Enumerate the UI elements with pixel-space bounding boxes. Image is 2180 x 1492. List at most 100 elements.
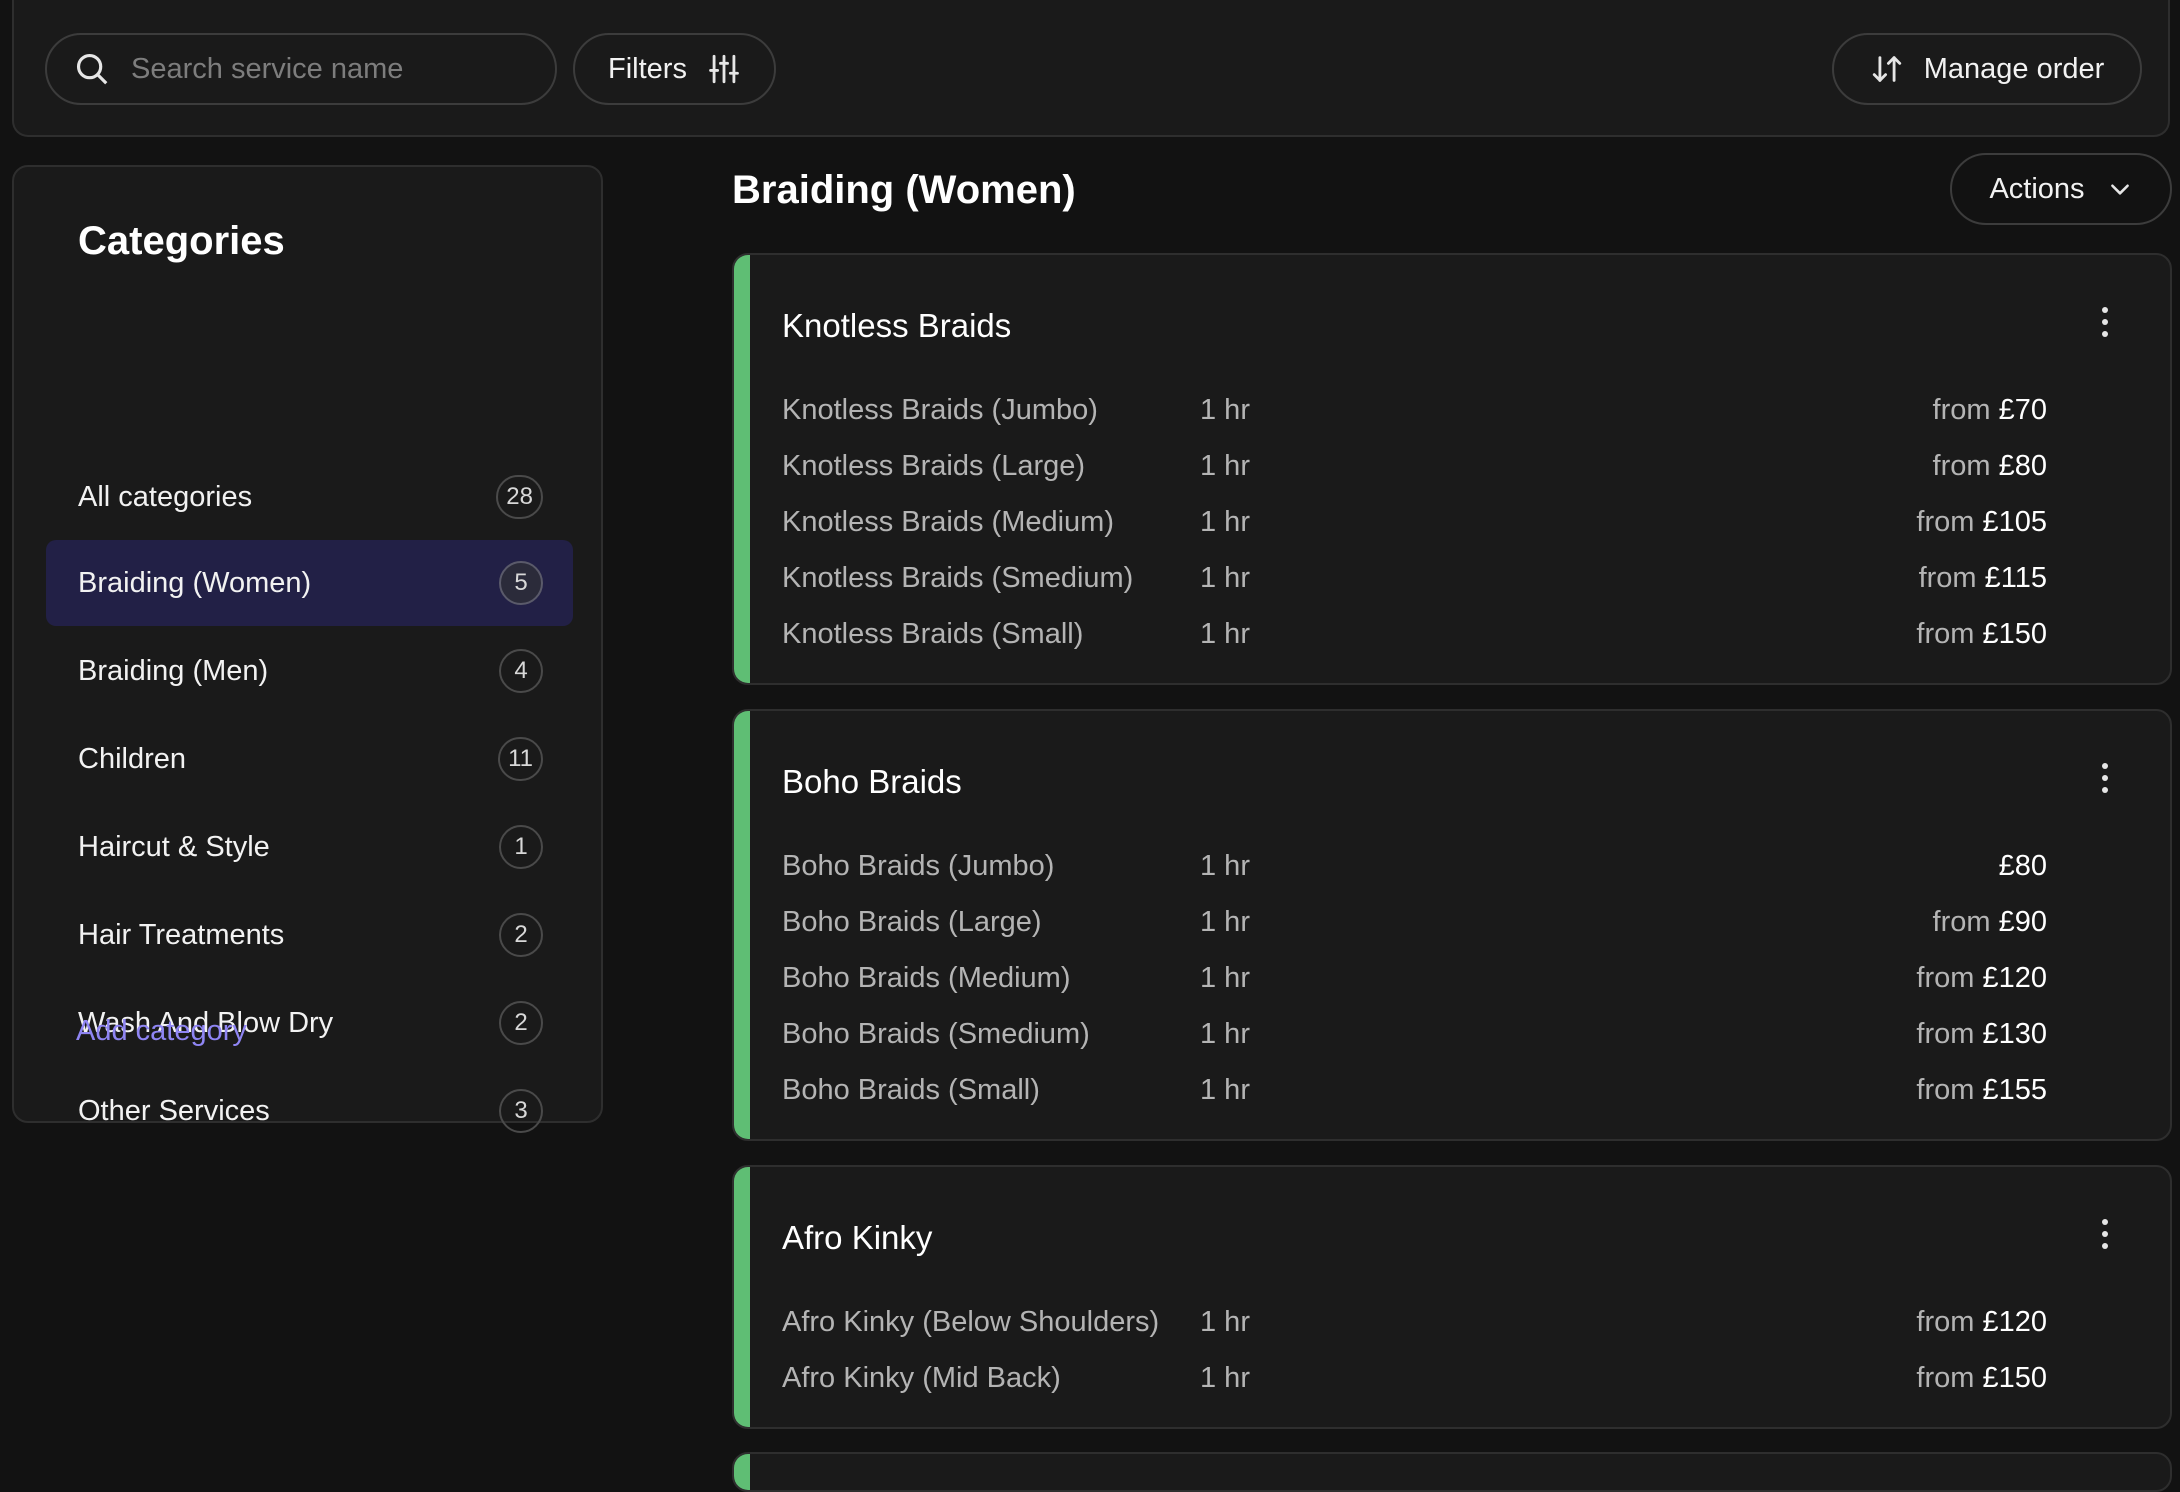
variant-price: from £150 xyxy=(1400,1362,2047,1395)
category-label: Haircut & Style xyxy=(78,830,270,863)
variant-row[interactable]: Boho Braids (Jumbo) 1 hr £80 xyxy=(782,841,2047,891)
chevron-down-icon xyxy=(2110,184,2129,195)
category-label: Children xyxy=(78,742,186,775)
search-box[interactable] xyxy=(45,33,557,105)
variant-row[interactable]: Afro Kinky (Mid Back) 1 hr from £150 xyxy=(782,1353,2047,1403)
variant-row[interactable]: Boho Braids (Smedium) 1 hr from £130 xyxy=(782,1009,2047,1059)
category-braiding-women[interactable]: Braiding (Women) 5 xyxy=(46,540,573,626)
price-value: £120 xyxy=(1982,1305,2047,1338)
variant-row[interactable]: Boho Braids (Small) 1 hr from £155 xyxy=(782,1065,2047,1115)
sliders-icon xyxy=(709,54,739,84)
manage-order-button[interactable]: Manage order xyxy=(1832,33,2142,105)
variant-price: from £155 xyxy=(1400,1074,2047,1107)
variant-row[interactable]: Knotless Braids (Large) 1 hr from £80 xyxy=(782,441,2047,491)
category-count-badge: 3 xyxy=(499,1089,543,1133)
price-prefix: from xyxy=(1932,905,1991,938)
variant-duration: 1 hr xyxy=(1200,617,1250,650)
variant-price: from £70 xyxy=(1400,394,2047,427)
variant-price: from £80 xyxy=(1400,450,2047,483)
price-value: £155 xyxy=(1982,1073,2047,1106)
variant-row[interactable]: Afro Kinky (Below Shoulders) 1 hr from £… xyxy=(782,1297,2047,1347)
price-value: £90 xyxy=(1998,905,2047,938)
card-accent-bar xyxy=(734,1167,750,1427)
variant-row[interactable]: Boho Braids (Large) 1 hr from £90 xyxy=(782,897,2047,947)
search-icon xyxy=(76,53,108,85)
category-count-badge: 28 xyxy=(496,475,543,519)
category-count-badge: 4 xyxy=(499,649,543,693)
categories-panel: Categories All categories 28 Braiding (W… xyxy=(12,165,603,1133)
category-count-badge: 5 xyxy=(499,561,543,605)
variant-row[interactable]: Knotless Braids (Small) 1 hr from £150 xyxy=(782,609,2047,659)
variant-name: Boho Braids (Jumbo) xyxy=(782,849,1055,882)
category-other-services[interactable]: Other Services 3 xyxy=(46,1068,573,1154)
service-card-next xyxy=(732,1452,2172,1492)
variant-price: from £115 xyxy=(1400,562,2047,595)
category-haircut-style[interactable]: Haircut & Style 1 xyxy=(46,804,573,890)
price-prefix: from xyxy=(1918,561,1977,594)
category-braiding-men[interactable]: Braiding (Men) 4 xyxy=(46,628,573,714)
price-value: £80 xyxy=(1998,849,2047,882)
variant-duration: 1 hr xyxy=(1200,561,1250,594)
variant-price: from £120 xyxy=(1400,1306,2047,1339)
category-all[interactable]: All categories 28 xyxy=(46,454,573,540)
variant-name: Afro Kinky (Below Shoulders) xyxy=(782,1305,1160,1338)
price-value: £70 xyxy=(1998,393,2047,426)
more-options-icon[interactable] xyxy=(2090,297,2120,347)
variant-price: from £90 xyxy=(1400,906,2047,939)
variant-price: from £130 xyxy=(1400,1018,2047,1051)
variant-duration: 1 hr xyxy=(1200,961,1250,994)
price-value: £150 xyxy=(1982,617,2047,650)
more-options-icon[interactable] xyxy=(2090,753,2120,803)
variant-name: Knotless Braids (Medium) xyxy=(782,505,1114,538)
service-title: Afro Kinky xyxy=(782,1219,933,1256)
variant-name: Boho Braids (Small) xyxy=(782,1073,1040,1106)
variant-price: from £105 xyxy=(1400,506,2047,539)
search-input[interactable] xyxy=(131,52,511,86)
service-card-boho-braids[interactable]: Boho Braids Boho Braids (Jumbo) 1 hr £80… xyxy=(732,709,2172,1141)
add-category-link[interactable]: Add category xyxy=(76,1015,247,1048)
category-children[interactable]: Children 11 xyxy=(46,716,573,802)
filters-button[interactable]: Filters xyxy=(573,33,776,105)
variant-duration: 1 hr xyxy=(1200,1017,1250,1050)
variant-duration: 1 hr xyxy=(1200,1305,1250,1338)
service-card-knotless-braids[interactable]: Knotless Braids Knotless Braids (Jumbo) … xyxy=(732,253,2172,685)
price-value: £115 xyxy=(1984,561,2047,594)
variant-name: Boho Braids (Medium) xyxy=(782,961,1071,994)
card-accent-bar xyxy=(734,711,750,1139)
price-prefix: from xyxy=(1916,1361,1975,1394)
category-count-badge: 2 xyxy=(499,1001,543,1045)
variant-name: Boho Braids (Large) xyxy=(782,905,1042,938)
actions-dropdown-button[interactable]: Actions xyxy=(1950,153,2172,225)
price-prefix: from xyxy=(1916,961,1975,994)
categories-title: Categories xyxy=(78,219,285,263)
actions-label: Actions xyxy=(1989,172,2085,205)
variant-duration: 1 hr xyxy=(1200,905,1250,938)
variant-price: £80 xyxy=(1400,850,2047,883)
card-accent-bar xyxy=(734,1454,750,1490)
variant-name: Knotless Braids (Small) xyxy=(782,617,1084,650)
category-count-badge: 1 xyxy=(499,825,543,869)
price-value: £80 xyxy=(1998,449,2047,482)
category-label: All categories xyxy=(78,480,253,513)
more-options-icon[interactable] xyxy=(2090,1209,2120,1259)
variant-name: Afro Kinky (Mid Back) xyxy=(782,1361,1061,1394)
category-count-badge: 11 xyxy=(498,737,543,781)
section-title: Braiding (Women) xyxy=(732,168,1076,212)
variant-row[interactable]: Knotless Braids (Jumbo) 1 hr from £70 xyxy=(782,385,2047,435)
category-hair-treatments[interactable]: Hair Treatments 2 xyxy=(46,892,573,978)
variant-row[interactable]: Boho Braids (Medium) 1 hr from £120 xyxy=(782,953,2047,1003)
service-card-afro-kinky[interactable]: Afro Kinky Afro Kinky (Below Shoulders) … xyxy=(732,1165,2172,1429)
variant-row[interactable]: Knotless Braids (Medium) 1 hr from £105 xyxy=(782,497,2047,547)
variant-duration: 1 hr xyxy=(1200,1073,1250,1106)
category-label: Hair Treatments xyxy=(78,918,285,951)
service-title: Knotless Braids xyxy=(782,307,1012,344)
variant-duration: 1 hr xyxy=(1200,1361,1250,1394)
price-value: £120 xyxy=(1982,961,2047,994)
toolbar: Filters Manage order xyxy=(12,0,2170,137)
variant-duration: 1 hr xyxy=(1200,449,1250,482)
price-prefix: from xyxy=(1916,505,1975,538)
variant-duration: 1 hr xyxy=(1200,393,1250,426)
variant-duration: 1 hr xyxy=(1200,849,1250,882)
variant-row[interactable]: Knotless Braids (Smedium) 1 hr from £115 xyxy=(782,553,2047,603)
variant-name: Boho Braids (Smedium) xyxy=(782,1017,1090,1050)
